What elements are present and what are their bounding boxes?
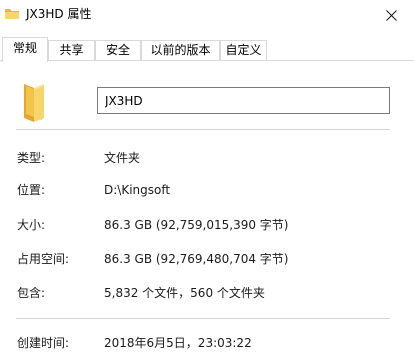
- folder-name-input[interactable]: [97, 87, 390, 114]
- window-title: JX3HD 属性: [26, 7, 92, 21]
- size-label: 大小:: [17, 218, 46, 232]
- large-folder-icon: [24, 84, 44, 122]
- folder-icon: [5, 9, 19, 19]
- tab-previous-versions[interactable]: 以前的版本: [141, 40, 220, 60]
- size-value: 86.3 GB (92,759,015,390 字节): [104, 218, 289, 232]
- created-value: 2018年6月5日，23:03:22: [104, 336, 252, 350]
- size-on-disk-label: 占用空间:: [17, 252, 70, 266]
- type-label: 类型:: [17, 151, 46, 165]
- created-label: 创建时间:: [17, 336, 70, 350]
- properties-window: JX3HD 属性 常规 共享 安全 以前的版本 自定义 类型: 文件夹 位置: …: [0, 0, 414, 354]
- location-value: D:\Kingsoft: [104, 183, 171, 197]
- type-value: 文件夹: [104, 151, 141, 165]
- tab-sharing[interactable]: 共享: [48, 40, 95, 60]
- close-icon: [385, 10, 397, 21]
- contains-label: 包含:: [17, 286, 46, 300]
- close-button[interactable]: [368, 0, 414, 31]
- location-label: 位置:: [17, 183, 46, 197]
- contains-value: 5,832 个文件，560 个文件夹: [104, 286, 265, 300]
- tab-general[interactable]: 常规: [2, 37, 48, 62]
- title-bar[interactable]: JX3HD 属性: [0, 0, 414, 31]
- separator: [16, 129, 390, 130]
- size-on-disk-value: 86.3 GB (92,769,480,704 字节): [104, 252, 289, 266]
- tab-baseline: [0, 60, 414, 61]
- tab-security[interactable]: 安全: [95, 40, 141, 60]
- separator: [16, 318, 390, 319]
- tab-customize[interactable]: 自定义: [220, 40, 267, 60]
